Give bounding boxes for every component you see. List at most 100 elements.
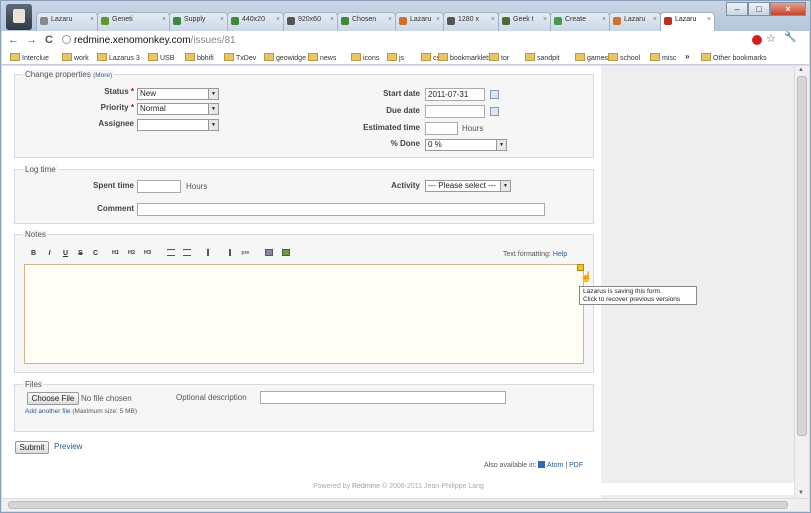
- strikethrough-button[interactable]: S: [75, 248, 86, 259]
- tab-close-icon[interactable]: ×: [162, 16, 166, 23]
- preformatted-button[interactable]: pre: [238, 248, 253, 259]
- calendar-icon[interactable]: [490, 90, 499, 99]
- adblock-icon[interactable]: [752, 35, 762, 45]
- browser-tab[interactable]: 1280 x ×: [443, 12, 499, 31]
- redmine-link[interactable]: Redmine: [352, 483, 380, 490]
- wrench-icon: [40, 17, 48, 25]
- bookmark-item[interactable]: js: [387, 53, 404, 62]
- more-link[interactable]: (More): [93, 72, 112, 79]
- code-button[interactable]: C: [90, 248, 101, 259]
- assignee-select[interactable]: ▼: [137, 119, 219, 131]
- underline-button[interactable]: U: [60, 248, 71, 259]
- atom-link[interactable]: Atom: [547, 462, 563, 469]
- browser-tab[interactable]: 440x20 ×: [227, 12, 284, 31]
- browser-tab[interactable]: Create ×: [550, 12, 610, 31]
- comment-input[interactable]: [137, 203, 545, 216]
- lazarus-save-icon[interactable]: [577, 264, 584, 271]
- image-button[interactable]: [263, 248, 274, 259]
- bookmark-item[interactable]: Other bookmarks: [701, 53, 767, 62]
- bookmark-item[interactable]: geowidge: [264, 53, 306, 62]
- optional-description-input[interactable]: [260, 391, 506, 404]
- tab-close-icon[interactable]: ×: [436, 16, 440, 23]
- horizontal-scroll-thumb[interactable]: [8, 501, 788, 509]
- heading2-button[interactable]: H2: [126, 248, 137, 259]
- bookmark-item[interactable]: USB: [148, 53, 174, 62]
- wrench-menu-icon[interactable]: 🔧: [784, 32, 796, 43]
- browser-tab[interactable]: Geneti ×: [97, 12, 170, 31]
- unquote-button[interactable]: [221, 248, 232, 259]
- preview-link[interactable]: Preview: [54, 442, 82, 451]
- bookmark-item[interactable]: bookmarklets: [438, 53, 492, 62]
- maximize-icon[interactable]: □: [748, 2, 770, 16]
- start-date-input[interactable]: 2011-07-31: [425, 88, 485, 101]
- scroll-down-icon[interactable]: ▼: [798, 490, 804, 496]
- status-select[interactable]: New ▼: [137, 88, 219, 100]
- unordered-list-button[interactable]: [165, 248, 176, 259]
- tab-close-icon[interactable]: ×: [707, 16, 711, 23]
- link-button[interactable]: [280, 248, 291, 259]
- add-another-file-link[interactable]: Add another file: [25, 408, 71, 415]
- bookmark-item[interactable]: work: [62, 53, 89, 62]
- address-bar[interactable]: redmine.xenomonkey.com/issues/81: [62, 33, 742, 49]
- browser-tab[interactable]: Lazaru ×: [36, 12, 98, 31]
- bookmark-star-icon[interactable]: ☆: [766, 32, 776, 45]
- browser-tab[interactable]: Lazaru ×: [395, 12, 444, 31]
- help-link[interactable]: Help: [553, 251, 567, 258]
- horizontal-scrollbar[interactable]: [2, 498, 809, 511]
- bookmark-item[interactable]: »: [685, 52, 689, 61]
- bookmark-item[interactable]: news: [308, 53, 336, 62]
- activity-select[interactable]: --- Please select --- ▼: [425, 180, 511, 192]
- estimated-time-input[interactable]: [425, 122, 458, 135]
- tab-close-icon[interactable]: ×: [90, 16, 94, 23]
- tab-close-icon[interactable]: ×: [491, 16, 495, 23]
- heading1-button[interactable]: H1: [110, 248, 121, 259]
- choose-file-button[interactable]: Choose File: [27, 392, 79, 405]
- plant-icon: [101, 17, 109, 25]
- tab-close-icon[interactable]: ×: [220, 16, 224, 23]
- bookmark-item[interactable]: icons: [351, 53, 379, 62]
- forward-icon[interactable]: →: [26, 34, 37, 46]
- due-date-input[interactable]: [425, 105, 485, 118]
- italic-button[interactable]: I: [44, 248, 55, 259]
- tab-close-icon[interactable]: ×: [653, 16, 657, 23]
- spent-time-input[interactable]: [137, 180, 181, 193]
- browser-tab[interactable]: Lazaru ×: [609, 12, 661, 31]
- vertical-scrollbar[interactable]: ▲ ▼: [794, 66, 809, 498]
- bookmark-item[interactable]: Interclue: [10, 53, 49, 62]
- scroll-up-icon[interactable]: ▲: [798, 67, 804, 73]
- browser-tab[interactable]: Geek t ×: [498, 12, 551, 31]
- pdf-link[interactable]: PDF: [569, 462, 583, 469]
- vertical-scroll-thumb[interactable]: [797, 76, 807, 436]
- bookmark-item[interactable]: tor: [489, 53, 509, 62]
- heading3-button[interactable]: H3: [142, 248, 153, 259]
- back-icon[interactable]: ←: [8, 34, 19, 46]
- unquote-icon: [223, 249, 231, 256]
- ordered-list-button[interactable]: [181, 248, 192, 259]
- done-select[interactable]: 0 % ▼: [425, 139, 507, 151]
- calendar-icon[interactable]: [490, 107, 499, 116]
- bookmark-item[interactable]: misc: [650, 53, 676, 62]
- submit-button[interactable]: Submit: [15, 441, 49, 454]
- priority-select[interactable]: Normal ▼: [137, 103, 219, 115]
- bookmark-item[interactable]: TxDev: [224, 53, 256, 62]
- reload-icon[interactable]: C: [45, 34, 53, 46]
- bookmark-item[interactable]: sandpit: [525, 53, 560, 62]
- browser-tab[interactable]: Lazaru ×: [660, 12, 715, 31]
- browser-tab[interactable]: Chosen ×: [337, 12, 396, 31]
- bookmark-item[interactable]: school: [608, 53, 640, 62]
- quote-button[interactable]: [205, 248, 216, 259]
- bookmark-item[interactable]: bbhifi: [185, 53, 214, 62]
- tab-close-icon[interactable]: ×: [388, 16, 392, 23]
- tab-close-icon[interactable]: ×: [602, 16, 606, 23]
- close-window-icon[interactable]: ×: [770, 2, 806, 16]
- tab-close-icon[interactable]: ×: [330, 16, 334, 23]
- notes-textarea[interactable]: [24, 264, 584, 364]
- bookmark-item[interactable]: Lazarus 3: [97, 53, 140, 62]
- browser-tab[interactable]: Supply ×: [169, 12, 228, 31]
- bold-button[interactable]: B: [28, 248, 39, 259]
- tab-close-icon[interactable]: ×: [276, 16, 280, 23]
- tab-close-icon[interactable]: ×: [543, 16, 547, 23]
- minimize-icon[interactable]: –: [726, 2, 748, 16]
- bookmark-item[interactable]: games: [575, 53, 608, 62]
- browser-tab[interactable]: 920x60 ×: [283, 12, 338, 31]
